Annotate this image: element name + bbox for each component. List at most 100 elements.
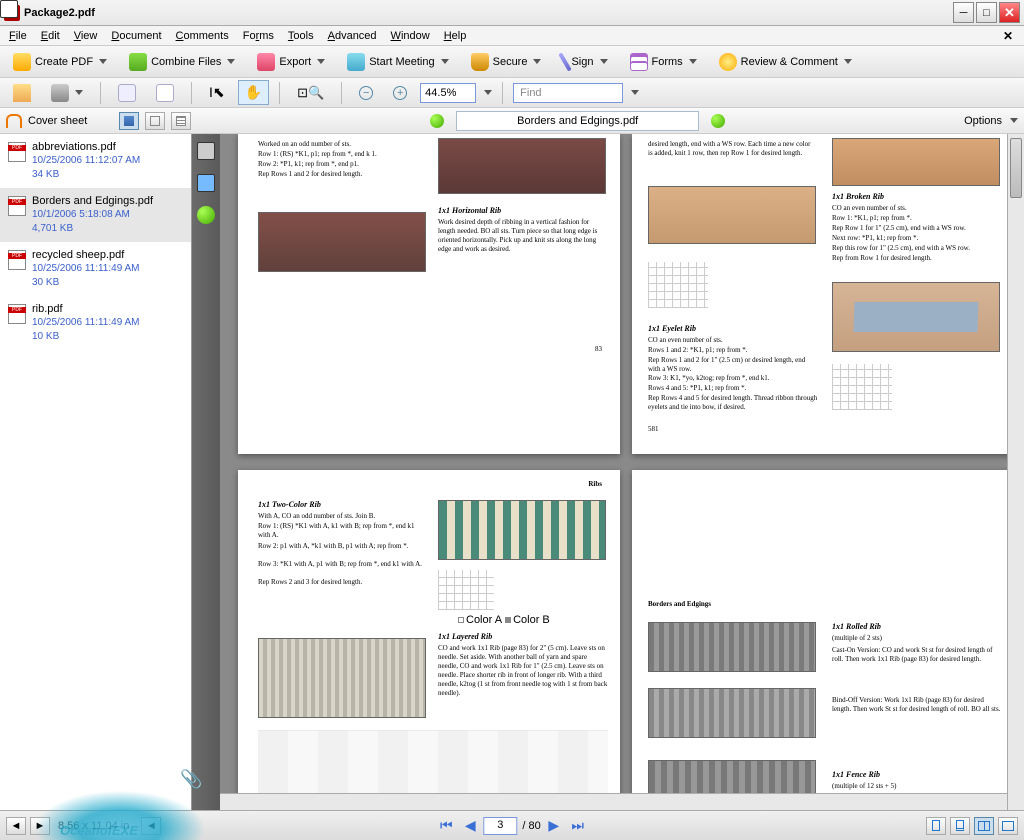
- list-view-button[interactable]: [119, 112, 139, 130]
- expand-button[interactable]: ◄: [6, 817, 26, 835]
- find-dropdown[interactable]: [631, 90, 639, 95]
- next-page-button[interactable]: ▶: [543, 816, 565, 836]
- zoom-field[interactable]: 44.5%: [420, 83, 476, 103]
- detail-view-button[interactable]: [171, 112, 191, 130]
- menu-forms[interactable]: Forms: [236, 28, 281, 44]
- page-spread-2: desired length, end with a WS row. Each …: [632, 134, 1007, 454]
- page-number-field[interactable]: 3: [483, 817, 517, 835]
- continuous-button[interactable]: [950, 817, 970, 835]
- attachment-icon[interactable]: 📎: [180, 769, 202, 790]
- forms-button[interactable]: Forms: [623, 49, 704, 75]
- package-bar: Cover sheet Borders and Edgings.pdf Opti…: [0, 108, 1024, 134]
- create-pdf-button[interactable]: Create PDF: [6, 49, 114, 75]
- doc-close-button[interactable]: ✕: [996, 27, 1020, 45]
- disk-icon: [118, 84, 136, 102]
- cursor-icon: I⬉: [209, 84, 225, 101]
- file-item[interactable]: recycled sheep.pdf10/25/2006 11:11:49 AM…: [0, 242, 191, 296]
- first-page-button[interactable]: ⏮: [435, 816, 457, 836]
- file-item[interactable]: Borders and Edgings.pdf10/1/2006 5:18:08…: [0, 188, 191, 242]
- review-button[interactable]: Review & Comment: [712, 49, 859, 75]
- zoom-dropdown[interactable]: [484, 90, 492, 95]
- file-date: 10/25/2006 11:11:49 AM: [32, 262, 183, 276]
- bookmarks-panel-button[interactable]: [197, 142, 215, 160]
- single-page-button[interactable]: [926, 817, 946, 835]
- menu-document[interactable]: Document: [104, 28, 168, 44]
- menu-advanced[interactable]: Advanced: [321, 28, 384, 44]
- start-meeting-button[interactable]: Start Meeting: [340, 49, 455, 75]
- select-tool[interactable]: I⬉: [202, 80, 232, 105]
- menu-window[interactable]: Window: [384, 28, 437, 44]
- window-title: Package2.pdf: [24, 7, 953, 19]
- file-name: recycled sheep.pdf: [32, 248, 183, 262]
- menu-tools[interactable]: Tools: [281, 28, 321, 44]
- vertical-scrollbar[interactable]: [1007, 134, 1024, 810]
- pdf-file-icon: [8, 250, 26, 270]
- folder-icon: [13, 84, 31, 102]
- collapse-button[interactable]: ►: [30, 817, 50, 835]
- print-button[interactable]: [44, 80, 90, 106]
- menu-view[interactable]: View: [67, 28, 105, 44]
- save-button[interactable]: [111, 80, 143, 106]
- menu-edit[interactable]: Edit: [34, 28, 67, 44]
- sign-button[interactable]: Sign: [556, 48, 614, 76]
- marquee-zoom[interactable]: ⊡🔍: [290, 81, 331, 105]
- close-button[interactable]: ✕: [999, 2, 1020, 23]
- review-icon: [719, 53, 737, 71]
- how-to-button[interactable]: [197, 206, 215, 224]
- detail-icon: [176, 116, 186, 126]
- two-up-button[interactable]: [974, 817, 994, 835]
- cover-sheet-button[interactable]: Cover sheet: [28, 115, 87, 127]
- page-spread-3: Ribs 1x1 Two-Color Rib With A, CO an odd…: [238, 470, 620, 793]
- file-item[interactable]: abbreviations.pdf10/25/2006 11:12:07 AM3…: [0, 134, 191, 188]
- combine-icon: [129, 53, 147, 71]
- find-field[interactable]: Find: [513, 83, 623, 103]
- home-icon[interactable]: [6, 114, 22, 128]
- hand-icon: ✋: [245, 84, 262, 101]
- prev-page-button[interactable]: ◀: [459, 816, 481, 836]
- export-icon: [257, 53, 275, 71]
- options-button[interactable]: Options: [964, 115, 1002, 127]
- pdf-file-icon: [8, 142, 26, 162]
- menu-help[interactable]: Help: [437, 28, 474, 44]
- file-name: rib.pdf: [32, 302, 183, 316]
- combine-files-button[interactable]: Combine Files: [122, 49, 242, 75]
- hand-tool[interactable]: ✋: [238, 80, 269, 105]
- page-total-label: / 80: [519, 820, 540, 832]
- signatures-panel-button[interactable]: [197, 174, 215, 192]
- file-name: abbreviations.pdf: [32, 140, 183, 154]
- thumb-icon: [150, 116, 160, 126]
- maximize-button[interactable]: □: [976, 2, 997, 23]
- email-button[interactable]: [149, 80, 181, 106]
- pen-icon: [559, 52, 572, 71]
- file-size: 4,701 KB: [32, 222, 183, 236]
- package-sidebar: abbreviations.pdf10/25/2006 11:12:07 AM 3…: [0, 134, 192, 810]
- file-item[interactable]: rib.pdf10/25/2006 11:11:49 AM10 KB: [0, 296, 191, 350]
- meeting-icon: [347, 53, 365, 71]
- file-size: 30 KB: [32, 276, 183, 290]
- lock-icon: [471, 53, 489, 71]
- prev-doc-button[interactable]: [430, 114, 444, 128]
- printer-icon: [51, 84, 69, 102]
- open-button[interactable]: [6, 80, 38, 106]
- menu-comments[interactable]: Comments: [169, 28, 236, 44]
- horizontal-scrollbar[interactable]: [220, 793, 1007, 810]
- last-page-button[interactable]: ⏭: [567, 816, 589, 836]
- file-date: 10/25/2006 11:11:49 AM: [32, 316, 183, 330]
- secure-button[interactable]: Secure: [464, 49, 549, 75]
- zoom-out-button[interactable]: −: [352, 82, 380, 104]
- file-date: 10/1/2006 5:18:08 AM: [32, 208, 183, 222]
- envelope-icon: [156, 84, 174, 102]
- next-doc-button[interactable]: [711, 114, 725, 128]
- export-button[interactable]: Export: [250, 49, 332, 75]
- thumb-view-button[interactable]: [145, 112, 165, 130]
- pdf-file-icon: [8, 196, 26, 216]
- two-up-continuous-button[interactable]: [998, 817, 1018, 835]
- menu-file[interactable]: File: [2, 28, 34, 44]
- view-toolbar: I⬉ ✋ ⊡🔍 − + 44.5% Find: [0, 78, 1024, 108]
- minimize-button[interactable]: ─: [953, 2, 974, 23]
- page-nav-left[interactable]: ◄: [141, 817, 161, 835]
- zoom-in-button[interactable]: +: [386, 82, 414, 104]
- pages-panel-button[interactable]: [0, 0, 18, 18]
- minus-icon: −: [359, 86, 373, 100]
- file-date: 10/25/2006 11:12:07 AM: [32, 154, 183, 168]
